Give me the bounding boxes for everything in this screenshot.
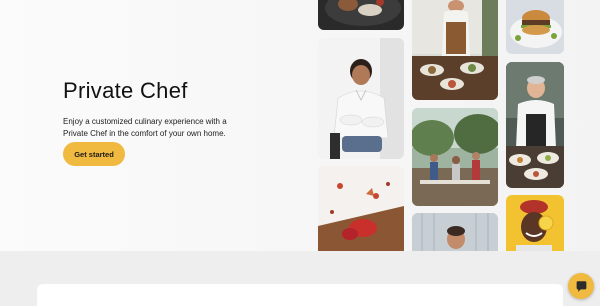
dessert-photo-strawberries [318,166,404,251]
page: Private Chef Enjoy a customized culinary… [0,0,600,306]
chef-plating-photo [506,62,564,188]
content-card [37,284,563,306]
hero-description: Enjoy a customized culinary experience w… [63,117,227,138]
smiling-chef-citrus-photo [506,195,564,251]
outdoor-dining-photo [412,108,498,206]
get-started-button[interactable]: Get started [63,142,125,166]
hero-section: Private Chef Enjoy a customized culinary… [0,0,600,251]
chef-portrait-photo [318,38,404,159]
burger-photo [506,0,564,54]
chat-button[interactable] [568,273,594,299]
food-photo-dark-plate [318,0,404,30]
hero-text-block: Private Chef Enjoy a customized culinary… [63,78,263,166]
chat-bubble-icon [576,280,586,292]
hero-title: Private Chef [63,78,188,103]
chef-serving-photo [412,0,498,100]
chef-in-doorway-photo [412,213,498,251]
